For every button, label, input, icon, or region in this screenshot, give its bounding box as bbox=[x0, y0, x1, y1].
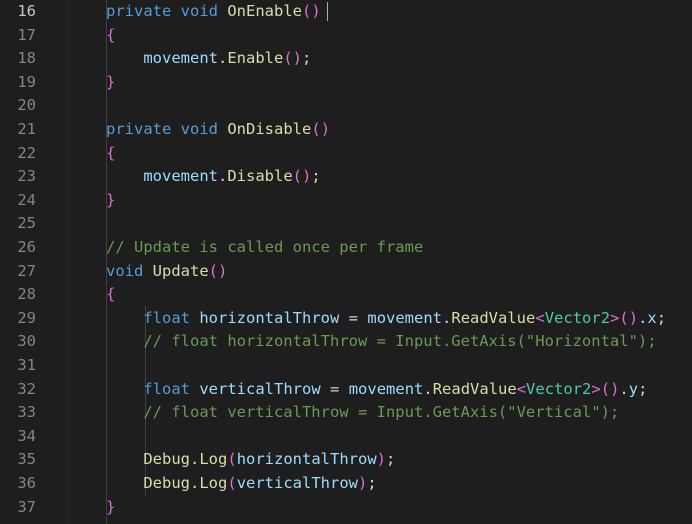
code-line[interactable]: { bbox=[68, 142, 692, 166]
code-line[interactable] bbox=[68, 354, 692, 378]
code-line[interactable]: // float horizontalThrow = Input.GetAxis… bbox=[68, 330, 692, 354]
code-line[interactable]: { bbox=[68, 24, 692, 48]
code-line[interactable]: // float verticalThrow = Input.GetAxis("… bbox=[68, 401, 692, 425]
line-number: 18 bbox=[17, 49, 36, 68]
code-line[interactable] bbox=[68, 212, 692, 236]
line-number: 34 bbox=[17, 426, 36, 445]
line-number: 26 bbox=[17, 238, 36, 256]
code-line[interactable]: } bbox=[68, 71, 692, 95]
code-line[interactable]: float horizontalThrow = movement.ReadVal… bbox=[68, 307, 692, 331]
line-number: 24 bbox=[17, 190, 36, 209]
line-number: 35 bbox=[17, 450, 36, 469]
line-number-gutter: 16 17 18 19 20 21 22 23 24 25 26 27 28 2… bbox=[0, 0, 68, 524]
line-number: 20 bbox=[17, 96, 36, 115]
code-area[interactable]: private void OnEnable() { movement.Enabl… bbox=[68, 0, 692, 524]
line-number: 33 bbox=[17, 403, 36, 422]
code-line[interactable]: movement.Enable(); bbox=[68, 47, 692, 71]
code-line[interactable]: movement.Disable(); bbox=[68, 165, 692, 189]
line-number: 32 bbox=[17, 379, 36, 398]
code-line[interactable]: Debug.Log(horizontalThrow); bbox=[68, 448, 692, 472]
code-line[interactable]: // Update is called once per frame bbox=[68, 236, 692, 260]
line-number: 19 bbox=[17, 72, 36, 91]
code-line[interactable] bbox=[68, 94, 692, 118]
line-number: 16 bbox=[17, 2, 36, 20]
line-number: 30 bbox=[17, 332, 36, 351]
code-editor[interactable]: 16 17 18 19 20 21 22 23 24 25 26 27 28 2… bbox=[0, 0, 692, 524]
line-number: 21 bbox=[17, 120, 36, 138]
line-number: 23 bbox=[17, 167, 36, 186]
code-line[interactable]: private void OnEnable() bbox=[68, 0, 692, 24]
code-line[interactable] bbox=[68, 425, 692, 449]
code-line[interactable]: private void OnDisable() bbox=[68, 118, 692, 142]
line-number: 28 bbox=[17, 285, 36, 304]
text-cursor bbox=[326, 2, 328, 21]
line-number: 17 bbox=[17, 25, 36, 44]
code-line[interactable]: { bbox=[68, 283, 692, 307]
code-line[interactable]: void Update() bbox=[68, 260, 692, 284]
code-line[interactable]: Debug.Log(verticalThrow); bbox=[68, 472, 692, 496]
line-number: 36 bbox=[17, 474, 36, 492]
line-number: 37 bbox=[17, 497, 36, 516]
code-line[interactable]: } bbox=[68, 496, 692, 520]
code-line[interactable]: float verticalThrow = movement.ReadValue… bbox=[68, 378, 692, 402]
line-number: 25 bbox=[17, 214, 36, 233]
line-number: 22 bbox=[17, 143, 36, 162]
line-number: 29 bbox=[17, 308, 36, 327]
code-line[interactable]: } bbox=[68, 189, 692, 213]
line-number: 27 bbox=[17, 261, 36, 280]
line-number: 31 bbox=[17, 356, 36, 374]
